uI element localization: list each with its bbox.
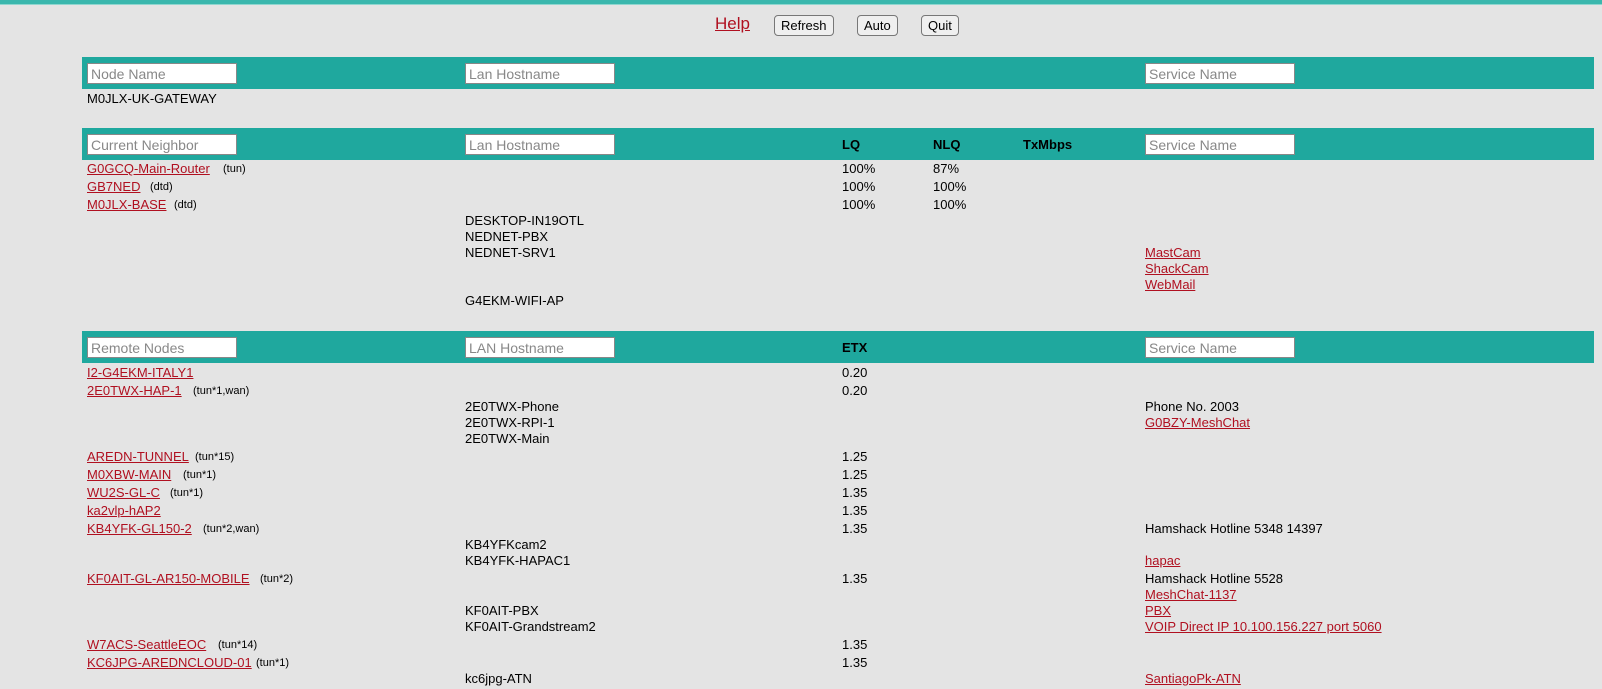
service-link[interactable]: hapac <box>1145 553 1180 568</box>
remote-link[interactable]: KB4YFK-GL150-2 <box>87 521 192 536</box>
remote-tag: (tun*14) <box>218 639 258 651</box>
neighbor-service-name-filter[interactable] <box>1145 134 1295 155</box>
service-text: Hamshack Hotline 5528 <box>1145 571 1284 586</box>
neighbor-link[interactable]: GB7NED <box>87 179 140 194</box>
lan-host: G4EKM-WIFI-AP <box>465 293 564 308</box>
remote-etx: 1.35 <box>842 521 868 536</box>
remote-etx: 1.25 <box>842 449 868 464</box>
auto-button[interactable]: Auto <box>857 15 898 36</box>
neighbor-tag: (dtd) <box>150 181 173 193</box>
remote-tag: (tun*15) <box>195 451 235 463</box>
neighbor-filter[interactable] <box>87 134 237 155</box>
service-link[interactable]: SantiagoPk-ATN <box>1145 671 1241 686</box>
service-link[interactable]: WebMail <box>1145 277 1195 292</box>
node-header-band <box>82 57 1594 89</box>
service-text: Phone No. 2003 <box>1145 399 1239 414</box>
remote-lan-hostname-filter[interactable] <box>465 337 615 358</box>
service-name-filter[interactable] <box>1145 63 1295 84</box>
col-txmbps: TxMbps <box>1023 137 1073 152</box>
service-text: Hamshack Hotline 5348 14397 <box>1145 521 1323 536</box>
remote-tag: (tun*1) <box>170 487 204 499</box>
quit-button[interactable]: Quit <box>921 15 959 36</box>
node-name-filter[interactable] <box>87 63 237 84</box>
remote-link[interactable]: ka2vlp-hAP2 <box>87 503 161 518</box>
lan-host: 2E0TWX-Main <box>465 431 550 446</box>
lan-host: 2E0TWX-RPI-1 <box>465 415 555 430</box>
neighbor-nlq: 100% <box>933 179 967 194</box>
service-link[interactable]: VOIP Direct IP 10.100.156.227 port 5060 <box>1145 619 1382 634</box>
remote-etx: 1.35 <box>842 485 868 500</box>
lan-host: NEDNET-PBX <box>465 229 549 244</box>
lan-host: 2E0TWX-Phone <box>465 399 559 414</box>
lan-host: NEDNET-SRV1 <box>465 245 556 260</box>
neighbor-lq: 100% <box>842 197 876 212</box>
node-name: M0JLX-UK-GATEWAY <box>87 91 217 106</box>
top-border-highlight <box>0 4 1602 5</box>
neighbor-lan-hostname-filter[interactable] <box>465 134 615 155</box>
remote-tag: (tun*2,wan) <box>203 523 260 535</box>
remote-tag: (tun*1) <box>183 469 217 481</box>
remote-service-name-filter[interactable] <box>1145 337 1295 358</box>
remote-etx: 0.20 <box>842 365 868 380</box>
neighbor-nlq: 87% <box>933 161 960 176</box>
neighbor-lq: 100% <box>842 161 876 176</box>
remote-link[interactable]: W7ACS-SeattleEOC <box>87 637 206 652</box>
service-link[interactable]: MastCam <box>1145 245 1201 260</box>
lan-host: KF0AIT-PBX <box>465 603 539 618</box>
neighbor-nlq: 100% <box>933 197 967 212</box>
col-nlq: NLQ <box>933 137 961 152</box>
lan-host: KB4YFK-HAPAC1 <box>465 553 571 568</box>
remote-link[interactable]: AREDN-TUNNEL <box>87 449 189 464</box>
refresh-button[interactable]: Refresh <box>774 15 834 36</box>
neighbor-tag: (tun) <box>223 163 246 175</box>
lan-host: KB4YFKcam2 <box>465 537 547 552</box>
lan-host: KF0AIT-Grandstream2 <box>465 619 596 634</box>
remote-tag: (tun*1,wan) <box>193 385 250 397</box>
remote-etx: 1.35 <box>842 637 868 652</box>
remote-link[interactable]: KC6JPG-AREDNCLOUD-01 <box>87 655 252 670</box>
remote-link[interactable]: I2-G4EKM-ITALY1 <box>87 365 193 380</box>
remote-tag: (tun*1) <box>256 657 290 669</box>
service-link[interactable]: G0BZY-MeshChat <box>1145 415 1250 430</box>
toolbar: Help Refresh Auto Quit <box>0 14 1602 36</box>
remote-tag: (tun*2) <box>260 573 294 585</box>
lan-host: DESKTOP-IN19OTL <box>465 213 584 228</box>
service-link[interactable]: MeshChat-1137 <box>1145 587 1237 602</box>
col-etx: ETX <box>842 340 868 355</box>
neighbor-header-band: LQ NLQ TxMbps <box>82 128 1594 160</box>
remote-link[interactable]: 2E0TWX-HAP-1 <box>87 383 182 398</box>
neighbor-lq: 100% <box>842 179 876 194</box>
neighbor-link[interactable]: G0GCQ-Main-Router <box>87 161 210 176</box>
help-link[interactable]: Help <box>715 14 750 34</box>
remote-etx: 1.35 <box>842 655 868 670</box>
remote-etx: 1.25 <box>842 467 868 482</box>
remote-etx: 1.35 <box>842 571 868 586</box>
remote-link[interactable]: M0XBW-MAIN <box>87 467 171 482</box>
remote-etx: 1.35 <box>842 503 868 518</box>
remote-link[interactable]: KF0AIT-GL-AR150-MOBILE <box>87 571 250 586</box>
service-link[interactable]: PBX <box>1145 603 1171 618</box>
neighbor-tag: (dtd) <box>174 199 197 211</box>
lan-host: kc6jpg-ATN <box>465 671 532 686</box>
col-lq: LQ <box>842 137 861 152</box>
remote-nodes-filter[interactable] <box>87 337 237 358</box>
remote-header-band: ETX <box>82 331 1594 363</box>
neighbor-link[interactable]: M0JLX-BASE <box>87 197 166 212</box>
lan-hostname-filter[interactable] <box>465 63 615 84</box>
remote-etx: 0.20 <box>842 383 868 398</box>
service-link[interactable]: ShackCam <box>1145 261 1209 276</box>
remote-link[interactable]: WU2S-GL-C <box>87 485 160 500</box>
